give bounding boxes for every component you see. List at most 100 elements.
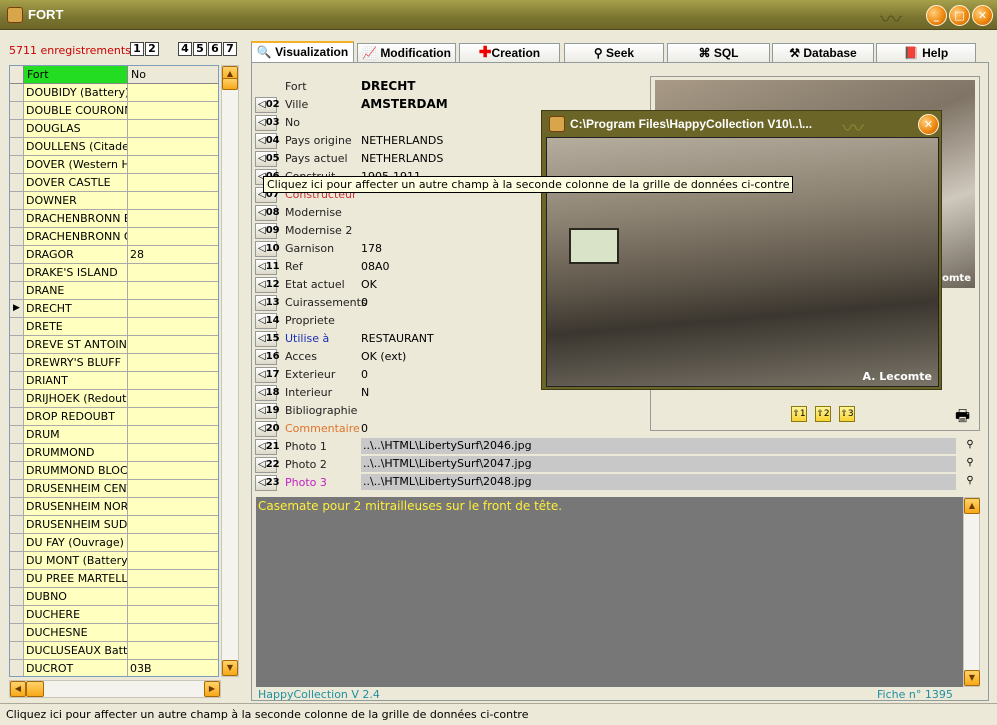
row-indicator[interactable] bbox=[10, 606, 24, 623]
scroll-left-button[interactable]: ◀ bbox=[10, 681, 26, 697]
cell-fort[interactable]: DUCHERE bbox=[24, 606, 128, 623]
row-indicator[interactable] bbox=[10, 480, 24, 497]
table-row[interactable]: DOWNER bbox=[10, 192, 218, 210]
cell-fort[interactable]: DUCLUSEAUX Batterie bbox=[24, 642, 128, 659]
table-row[interactable]: ▶ DRECHT bbox=[10, 300, 218, 318]
column-button-4[interactable]: 4 bbox=[178, 42, 192, 56]
field-selector-button[interactable]: ◁15 bbox=[255, 331, 280, 347]
row-indicator[interactable] bbox=[10, 120, 24, 137]
row-indicator[interactable] bbox=[10, 642, 24, 659]
cell-no[interactable] bbox=[128, 624, 218, 641]
cell-fort[interactable]: DRUSENHEIM CENTRE bbox=[24, 480, 128, 497]
field-selector-button[interactable]: ◁09 bbox=[255, 223, 280, 239]
cell-fort[interactable]: DU FAY (Ouvrage) bbox=[24, 534, 128, 551]
cell-no[interactable] bbox=[128, 390, 218, 407]
grid-vertical-scrollbar[interactable]: ▲ ▼ bbox=[221, 65, 239, 677]
field-selector-button[interactable]: ◁08 bbox=[255, 205, 280, 221]
field-selector-button[interactable]: ◁11 bbox=[255, 259, 280, 275]
cell-fort[interactable]: DRAKE'S ISLAND bbox=[24, 264, 128, 281]
photo-1-button[interactable]: ⇧1 bbox=[791, 406, 807, 422]
column-button-6[interactable]: 6 bbox=[208, 42, 222, 56]
records-grid[interactable]: Fort No DOUBIDY (Battery)DOUBLE COURONNE… bbox=[9, 65, 219, 677]
cell-fort[interactable]: DOWNER bbox=[24, 192, 128, 209]
cell-no[interactable] bbox=[128, 570, 218, 587]
row-indicator[interactable] bbox=[10, 498, 24, 515]
field-selector-button[interactable]: ◁04 bbox=[255, 133, 280, 149]
cell-no[interactable] bbox=[128, 102, 218, 119]
cell-fort[interactable]: DOUBIDY (Battery) bbox=[24, 84, 128, 101]
row-indicator[interactable] bbox=[10, 282, 24, 299]
cell-fort[interactable]: DRAGOR bbox=[24, 246, 128, 263]
hscroll-thumb[interactable] bbox=[26, 681, 44, 697]
row-indicator[interactable] bbox=[10, 444, 24, 461]
cell-no[interactable] bbox=[128, 84, 218, 101]
cell-fort[interactable]: DRETE bbox=[24, 318, 128, 335]
row-indicator[interactable] bbox=[10, 210, 24, 227]
column-button-7[interactable]: 7 bbox=[223, 42, 237, 56]
cell-fort[interactable]: DRIANT bbox=[24, 372, 128, 389]
table-row[interactable]: DREWRY'S BLUFF bbox=[10, 354, 218, 372]
cell-fort[interactable]: DREWRY'S BLUFF bbox=[24, 354, 128, 371]
field-selector-button[interactable]: ◁16 bbox=[255, 349, 280, 365]
grid-horizontal-scrollbar[interactable]: ◀ ▶ bbox=[9, 680, 221, 698]
photo-3-button[interactable]: ⇧3 bbox=[839, 406, 855, 422]
table-row[interactable]: DUCROT 03B bbox=[10, 660, 218, 676]
row-indicator[interactable] bbox=[10, 84, 24, 101]
table-row[interactable]: DOVER CASTLE bbox=[10, 174, 218, 192]
cell-no[interactable] bbox=[128, 462, 218, 479]
row-indicator[interactable] bbox=[10, 246, 24, 263]
field-selector-button[interactable]: ◁02 bbox=[255, 97, 280, 113]
close-button[interactable]: ✕ bbox=[972, 5, 993, 26]
cell-fort[interactable]: DRUMMOND BLOCKHOUSE bbox=[24, 462, 128, 479]
cell-no[interactable] bbox=[128, 552, 218, 569]
cell-fort[interactable]: DRUMMOND bbox=[24, 444, 128, 461]
table-row[interactable]: DRACHENBRONN O bbox=[10, 228, 218, 246]
row-indicator[interactable] bbox=[10, 264, 24, 281]
popup-close-button[interactable]: ✕ bbox=[918, 114, 939, 135]
memo-scrollbar[interactable]: ▲ ▼ bbox=[963, 497, 980, 687]
photo-2-button[interactable]: ⇧2 bbox=[815, 406, 831, 422]
field-selector-button[interactable]: ◁12 bbox=[255, 277, 280, 293]
cell-no[interactable] bbox=[128, 480, 218, 497]
table-row[interactable]: DU MONT (Battery) bbox=[10, 552, 218, 570]
column-button-2[interactable]: 2 bbox=[145, 42, 159, 56]
table-row[interactable]: DUCLUSEAUX Batterie bbox=[10, 642, 218, 660]
photo-popup-window[interactable]: C:\Program Files\HappyCollection V10\..\… bbox=[541, 110, 942, 390]
row-indicator[interactable] bbox=[10, 534, 24, 551]
row-indicator[interactable]: ▶ bbox=[10, 300, 24, 317]
field-selector-button[interactable]: ◁20 bbox=[255, 421, 280, 437]
cell-fort[interactable]: DROP REDOUBT bbox=[24, 408, 128, 425]
table-row[interactable]: DOULLENS (Citadel) bbox=[10, 138, 218, 156]
table-row[interactable]: DUCHESNE bbox=[10, 624, 218, 642]
table-row[interactable]: DROP REDOUBT bbox=[10, 408, 218, 426]
cell-no[interactable] bbox=[128, 372, 218, 389]
scroll-down-button[interactable]: ▼ bbox=[222, 660, 238, 676]
minimize-button[interactable]: _ bbox=[926, 5, 947, 26]
table-row[interactable]: DRANE bbox=[10, 282, 218, 300]
table-row[interactable]: DRIJHOEK (Redoute) bbox=[10, 390, 218, 408]
field-selector-button[interactable]: ◁17 bbox=[255, 367, 280, 383]
cell-fort[interactable]: DRECHT bbox=[24, 300, 128, 317]
table-row[interactable]: DOUGLAS bbox=[10, 120, 218, 138]
binoculars-icon[interactable]: ⚲ bbox=[962, 439, 978, 453]
row-indicator[interactable] bbox=[10, 408, 24, 425]
tab-help[interactable]: 📕 Help bbox=[876, 43, 976, 62]
tab-sql[interactable]: ⌘ SQL bbox=[667, 43, 770, 62]
table-row[interactable]: DU FAY (Ouvrage) bbox=[10, 534, 218, 552]
memo-scroll-up[interactable]: ▲ bbox=[964, 498, 980, 514]
cell-fort[interactable]: DU MONT (Battery) bbox=[24, 552, 128, 569]
cell-fort[interactable]: DRUM bbox=[24, 426, 128, 443]
photo-path-field[interactable]: ..\..\HTML\LibertySurf\2047.jpg bbox=[361, 456, 956, 472]
binoculars-icon[interactable]: ⚲ bbox=[962, 457, 978, 471]
field-selector-button[interactable]: ◁19 bbox=[255, 403, 280, 419]
cell-no[interactable] bbox=[128, 264, 218, 281]
cell-no[interactable] bbox=[128, 336, 218, 353]
table-row[interactable]: DU PREE MARTELLO bbox=[10, 570, 218, 588]
cell-no[interactable] bbox=[128, 156, 218, 173]
field-selector-button[interactable]: ◁10 bbox=[255, 241, 280, 257]
table-row[interactable]: DOUBIDY (Battery) bbox=[10, 84, 218, 102]
row-indicator[interactable] bbox=[10, 372, 24, 389]
cell-no[interactable] bbox=[128, 138, 218, 155]
row-indicator[interactable] bbox=[10, 516, 24, 533]
row-indicator[interactable] bbox=[10, 156, 24, 173]
